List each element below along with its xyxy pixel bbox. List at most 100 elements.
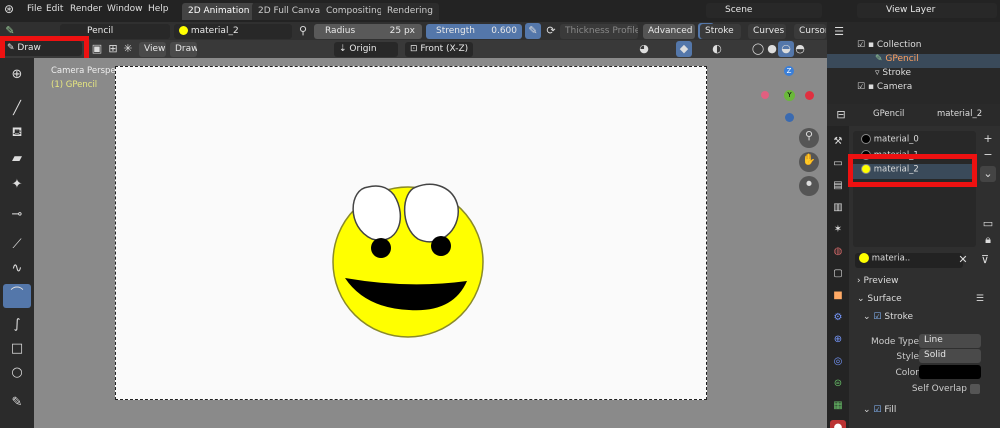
tool-arc[interactable]: ⌒ [3, 284, 31, 308]
object-data-tab-icon[interactable]: ▦ [830, 398, 846, 414]
menu-render[interactable]: Render [70, 4, 102, 14]
tool-line[interactable]: ⟋ [3, 234, 31, 258]
outliner-editor-icon[interactable]: ☰ [831, 24, 847, 40]
lock-icon[interactable]: 🔒︎ [980, 232, 996, 248]
camera-canvas[interactable] [115, 66, 707, 400]
view-layer-selector[interactable]: View Layer [857, 3, 997, 18]
advanced-dropdown[interactable]: Advanced [643, 24, 695, 39]
camera-view-icon[interactable]: ⏺ [799, 176, 819, 196]
slot-menu-icon[interactable]: ⌄ [980, 166, 996, 182]
effects-tab-icon[interactable]: ⊕ [830, 332, 846, 348]
tab-2d-full-canvas[interactable]: 2D Full Canvas [252, 3, 331, 20]
grid-icon[interactable]: ⊞ [105, 41, 121, 57]
surface-section[interactable]: ⌄ Surface ☰ [849, 294, 1000, 308]
physics-tab-icon[interactable]: ◎ [830, 354, 846, 370]
overlay-eye-icon[interactable]: ◕ [636, 41, 652, 57]
tool-polyline[interactable]: ∿ [3, 258, 31, 282]
tool-annotate[interactable]: ✎ [3, 392, 31, 416]
strength-field[interactable]: Strength 0.600 [426, 24, 522, 39]
add-slot-icon[interactable]: + [980, 131, 996, 147]
outliner-row-camera[interactable]: ☑ ▪ Camera [827, 82, 1000, 96]
color-label: Color [895, 368, 920, 378]
axis-x-neg-icon[interactable] [761, 91, 769, 99]
shading-icon[interactable]: ◆ [676, 41, 692, 57]
menu-help[interactable]: Help [148, 4, 169, 14]
strength-pressure-icon[interactable]: ✎ [525, 23, 541, 39]
snap-icon[interactable]: ✳ [120, 41, 136, 57]
outliner-row-stroke[interactable]: ▿ Stroke [827, 68, 1000, 82]
axis-z-icon[interactable]: Z [784, 66, 794, 76]
properties-editor-icon[interactable]: ⊟ [833, 107, 849, 123]
scene-tab-icon[interactable]: ✶ [830, 222, 846, 238]
view-menu[interactable]: View [139, 42, 166, 57]
material-datablock[interactable]: materia.. [855, 253, 963, 268]
tool-fill[interactable]: ⛾ [3, 122, 31, 146]
tool-curve[interactable]: ∫ [3, 314, 31, 338]
axis-x-icon[interactable] [805, 91, 814, 100]
overlay-icon[interactable]: ◐ [709, 41, 725, 57]
remove-slot-icon[interactable]: − [980, 147, 996, 163]
filter-icon[interactable]: ⊽ [977, 252, 993, 268]
axis-y-icon[interactable]: Y [784, 90, 795, 101]
zoom-icon[interactable]: ⚲ [799, 128, 819, 148]
tool-box[interactable]: □ [3, 338, 31, 362]
data-tab-icon[interactable]: ⊜ [830, 376, 846, 392]
stroke-dropdown[interactable]: Stroke [700, 24, 741, 39]
draw-menu[interactable]: Draw [170, 42, 197, 57]
tool-eyedropper[interactable]: ⊸ [3, 204, 31, 228]
rendered-icon[interactable]: ◓ [792, 41, 808, 57]
thickness-profile[interactable]: Thickness Profile [560, 24, 638, 39]
viewport-3d[interactable]: Camera Perspective (1) GPencil Z Y ⚲ ✋ ⏺ [34, 58, 827, 428]
output-tab-icon[interactable]: ▤ [830, 178, 846, 194]
material-selector[interactable]: material_2 [174, 24, 292, 39]
outliner-row-collection[interactable]: ☑ ▪ Collection [827, 40, 1000, 54]
menu-window[interactable]: Window [107, 4, 143, 14]
collection-tab-icon[interactable]: ▢ [830, 266, 846, 282]
render-tab-icon[interactable]: ▭ [830, 156, 846, 172]
unlink-icon[interactable]: ✕ [955, 252, 971, 268]
tab-2d-animation[interactable]: 2D Animation [182, 3, 256, 20]
slot-lock-icon[interactable]: ▭ [980, 216, 996, 232]
tool-cursor[interactable]: ⊕ [3, 64, 31, 88]
pin-icon[interactable]: ⚲ [295, 23, 311, 39]
modifier-tab-icon[interactable]: ⚙ [830, 310, 846, 326]
blender-logo-icon[interactable]: ⊛ [4, 2, 14, 16]
world-tab-icon[interactable]: ◍ [830, 244, 846, 260]
cursor-dropdown[interactable]: Cursor [794, 24, 826, 39]
fill-section-label: Fill [884, 405, 897, 415]
surface-label: Surface [867, 294, 902, 304]
tool-tint[interactable]: ✦ [3, 174, 31, 198]
stroke-color-field[interactable] [919, 365, 981, 379]
tab-compositing[interactable]: Compositing [320, 3, 389, 20]
mode-type-dropdown[interactable]: Line [919, 334, 981, 348]
material-slot-0[interactable]: material_0 [853, 134, 976, 149]
scene-selector[interactable]: Scene [706, 3, 822, 18]
curves-dropdown[interactable]: Curves [748, 24, 786, 39]
fill-section[interactable]: ⌄ ☑ Fill [859, 405, 1000, 419]
tool-tab-icon[interactable]: ⚒ [830, 134, 846, 150]
self-overlap-checkbox[interactable] [970, 384, 980, 394]
right-eye [403, 183, 459, 243]
outliner-row-gpencil[interactable]: ✎ GPencil [827, 54, 1000, 68]
menu-file[interactable]: File [27, 4, 42, 14]
menu-edit[interactable]: Edit [46, 4, 63, 14]
pan-hand-icon[interactable]: ✋ [799, 152, 819, 172]
smiley-drawing [332, 183, 484, 338]
brush-settings-icon[interactable]: ▣ [89, 41, 105, 57]
axis-z-neg-icon[interactable] [785, 113, 794, 122]
tool-draw[interactable]: ╱ [3, 98, 31, 122]
stroke-section[interactable]: ⌄ ☑ Stroke [859, 312, 1000, 326]
preview-section[interactable]: › Preview [849, 276, 1000, 290]
material-tab-icon[interactable]: ● [830, 420, 846, 428]
object-tab-icon[interactable]: ■ [830, 288, 846, 304]
view-plane-dropdown[interactable]: ⊡ Front (X-Z) [405, 42, 473, 57]
tool-circle[interactable]: ○ [3, 362, 31, 386]
tab-rendering[interactable]: Rendering [381, 3, 439, 20]
view-layer-tab-icon[interactable]: ▥ [830, 200, 846, 216]
line-icon: ⟋ [12, 237, 22, 252]
radius-field[interactable]: Radius 25 px [314, 24, 422, 39]
origin-dropdown[interactable]: ⇣ Origin [334, 42, 398, 57]
curve-icon[interactable]: ⟳ [543, 23, 559, 39]
style-dropdown[interactable]: Solid [919, 349, 981, 363]
tool-erase[interactable]: ▰ [3, 148, 31, 172]
